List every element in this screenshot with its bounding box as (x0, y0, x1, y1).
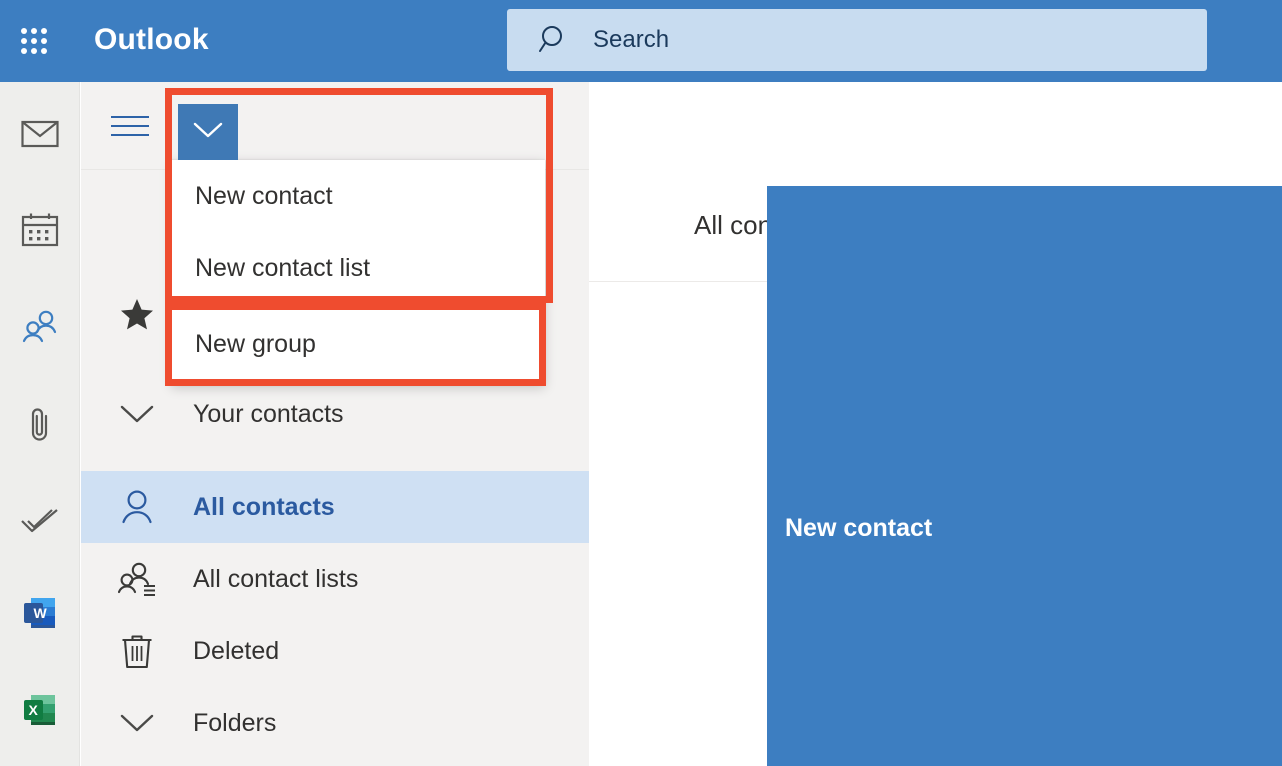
word-icon: W (22, 595, 58, 636)
people-list-icon (81, 562, 193, 596)
sidebar-item-label: Deleted (193, 637, 279, 666)
rail-item-calendar[interactable] (0, 203, 80, 261)
rail-item-word[interactable]: W (0, 586, 80, 644)
svg-text:W: W (34, 605, 48, 621)
app-launcher-icon[interactable] (17, 24, 51, 58)
menu-item-new-contact-list[interactable]: New contact list (171, 232, 545, 304)
new-contact-dropdown-toggle[interactable] (178, 104, 238, 160)
search-input[interactable]: Search (507, 9, 1207, 71)
search-placeholder: Search (593, 26, 669, 54)
person-icon (81, 489, 193, 525)
sidebar-item-all-contact-lists[interactable]: All contact lists (81, 543, 589, 615)
sidebar-item-folders[interactable]: Folders (81, 687, 589, 759)
sidebar-item-all-contacts[interactable]: All contacts (81, 471, 589, 543)
paperclip-icon (26, 405, 54, 450)
sidebar-item-label: Your contacts (193, 400, 344, 429)
checkmark-icon (20, 507, 60, 540)
calendar-icon (21, 212, 59, 253)
chevron-down-icon (193, 121, 223, 144)
trash-icon (81, 632, 193, 670)
sidebar-item-deleted[interactable]: Deleted (81, 615, 589, 687)
new-contact-split-button[interactable]: New contact (178, 104, 429, 160)
chevron-down-icon (81, 712, 193, 734)
sidebar-item-label: Folders (193, 709, 276, 738)
sidebar-item-your-contacts[interactable]: Your contacts (81, 378, 589, 450)
rail-item-todo[interactable] (0, 494, 80, 552)
sidebar-item-label: All contact lists (193, 565, 358, 594)
rail-item-people[interactable] (0, 300, 80, 358)
search-icon (537, 23, 571, 57)
rail-item-files[interactable] (0, 398, 80, 456)
mail-icon (21, 119, 59, 154)
sidebar-item-label: All contacts (193, 493, 335, 522)
people-icon (20, 310, 60, 349)
outlook-people-app: Outlook Search (0, 0, 1282, 766)
new-contact-dropdown-menu: New contact New contact list New group (171, 160, 545, 385)
app-brand-title: Outlook (94, 19, 209, 61)
rail-item-excel[interactable]: X (0, 683, 80, 741)
excel-icon: X (22, 692, 58, 733)
chevron-down-icon (81, 403, 193, 425)
menu-item-new-contact[interactable]: New contact (171, 160, 545, 232)
svg-text:X: X (29, 702, 39, 718)
menu-item-new-group[interactable]: New group (171, 306, 545, 382)
hamburger-menu-icon[interactable] (111, 110, 153, 142)
suite-header: Outlook Search (0, 0, 1282, 82)
new-contact-button[interactable]: New contact (767, 186, 1282, 766)
app-rail: W X (0, 82, 80, 766)
rail-item-mail[interactable] (0, 107, 80, 165)
